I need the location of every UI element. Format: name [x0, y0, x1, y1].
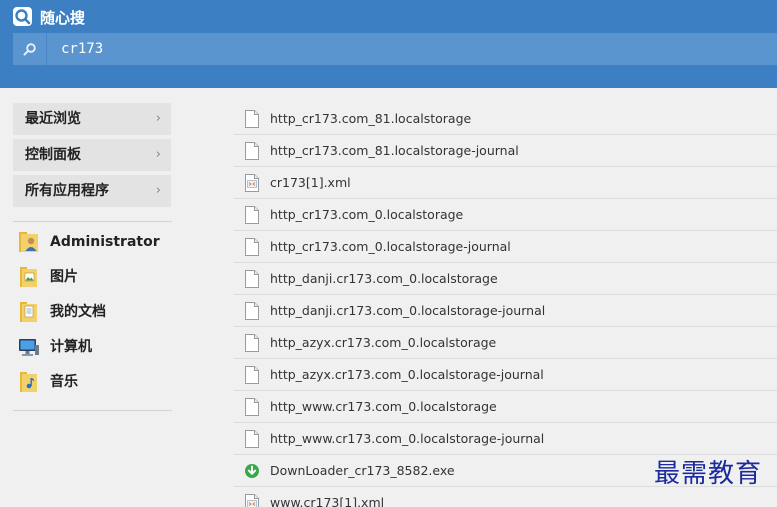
file-icon [244, 238, 260, 256]
file-row[interactable]: http_azyx.cr173.com_0.localstorage [234, 327, 777, 359]
file-row[interactable]: www.cr173[1].xml [234, 487, 777, 507]
file-name: http_www.cr173.com_0.localstorage [270, 399, 497, 414]
xml-file-icon [244, 174, 260, 192]
file-name: www.cr173[1].xml [270, 495, 385, 507]
chevron-right-icon: › [155, 147, 161, 162]
file-row[interactable]: http_www.cr173.com_0.localstorage-journa… [234, 423, 777, 455]
music-folder-icon [17, 370, 41, 394]
chevron-right-icon: › [155, 183, 161, 198]
file-row[interactable]: http_cr173.com_81.localstorage-journal [234, 135, 777, 167]
divider [13, 410, 172, 411]
place-item-label: 图片 [50, 269, 78, 285]
search-input[interactable] [61, 33, 761, 65]
chevron-right-icon: › [155, 111, 161, 126]
search-icon[interactable] [13, 33, 47, 65]
file-icon [244, 398, 260, 416]
place-item-label: 音乐 [50, 374, 78, 390]
place-item-label: 我的文档 [50, 304, 106, 320]
watermark-text: 最需教育 [654, 459, 763, 489]
file-icon [244, 142, 260, 160]
place-item-label: Administrator [50, 234, 160, 250]
file-name: http_cr173.com_0.localstorage [270, 207, 464, 222]
file-icon [244, 110, 260, 128]
nav-item-label: 所有应用程序 [25, 183, 109, 199]
title-bar: 随心搜 [0, 0, 777, 88]
place-item-documents[interactable]: 我的文档 [17, 297, 177, 327]
xml-file-icon [244, 494, 260, 507]
nav-item-control-panel[interactable]: 控制面板 › [13, 139, 171, 171]
file-name: DownLoader_cr173_8582.exe [270, 463, 455, 478]
nav-item-label: 控制面板 [25, 147, 81, 163]
user-folder-icon [17, 230, 41, 254]
pictures-folder-icon [17, 265, 41, 289]
file-name: http_azyx.cr173.com_0.localstorage [270, 335, 497, 350]
file-name: cr173[1].xml [270, 175, 351, 190]
place-item-computer[interactable]: 计算机 [17, 332, 177, 362]
download-exe-icon [244, 462, 260, 480]
search-bar[interactable] [13, 33, 777, 65]
nav-item-recent[interactable]: 最近浏览 › [13, 103, 171, 135]
place-item-label: 计算机 [50, 339, 92, 355]
documents-folder-icon [17, 300, 41, 324]
left-panel: 最近浏览 › 控制面板 › 所有应用程序 › Administrator 图片 … [0, 88, 190, 507]
file-name: http_cr173.com_81.localstorage-journal [270, 143, 519, 158]
computer-icon [17, 335, 41, 359]
place-item-pictures[interactable]: 图片 [17, 262, 177, 292]
file-icon [244, 206, 260, 224]
file-name: http_cr173.com_81.localstorage [270, 111, 472, 126]
file-name: http_danji.cr173.com_0.localstorage-jour… [270, 303, 546, 318]
file-icon [244, 334, 260, 352]
file-name: http_cr173.com_0.localstorage-journal [270, 239, 511, 254]
search-logo-icon [13, 7, 32, 26]
file-row[interactable]: http_azyx.cr173.com_0.localstorage-journ… [234, 359, 777, 391]
file-icon [244, 430, 260, 448]
file-row[interactable]: http_www.cr173.com_0.localstorage [234, 391, 777, 423]
place-item-music[interactable]: 音乐 [17, 367, 177, 397]
place-item-administrator[interactable]: Administrator [17, 227, 177, 257]
file-row[interactable]: http_cr173.com_0.localstorage-journal [234, 231, 777, 263]
file-row[interactable]: cr173[1].xml [234, 167, 777, 199]
file-name: http_www.cr173.com_0.localstorage-journa… [270, 431, 545, 446]
divider [13, 221, 172, 222]
search-results-list: http_cr173.com_81.localstorage http_cr173… [234, 103, 777, 507]
file-name: http_azyx.cr173.com_0.localstorage-journ… [270, 367, 544, 382]
file-icon [244, 366, 260, 384]
file-icon [244, 302, 260, 320]
file-row[interactable]: http_cr173.com_81.localstorage [234, 103, 777, 135]
file-icon [244, 270, 260, 288]
app-title: 随心搜 [40, 9, 86, 27]
nav-item-label: 最近浏览 [25, 111, 81, 127]
file-name: http_danji.cr173.com_0.localstorage [270, 271, 498, 286]
file-row[interactable]: http_danji.cr173.com_0.localstorage [234, 263, 777, 295]
nav-item-all-programs[interactable]: 所有应用程序 › [13, 175, 171, 207]
file-row[interactable]: http_cr173.com_0.localstorage [234, 199, 777, 231]
file-row[interactable]: http_danji.cr173.com_0.localstorage-jour… [234, 295, 777, 327]
